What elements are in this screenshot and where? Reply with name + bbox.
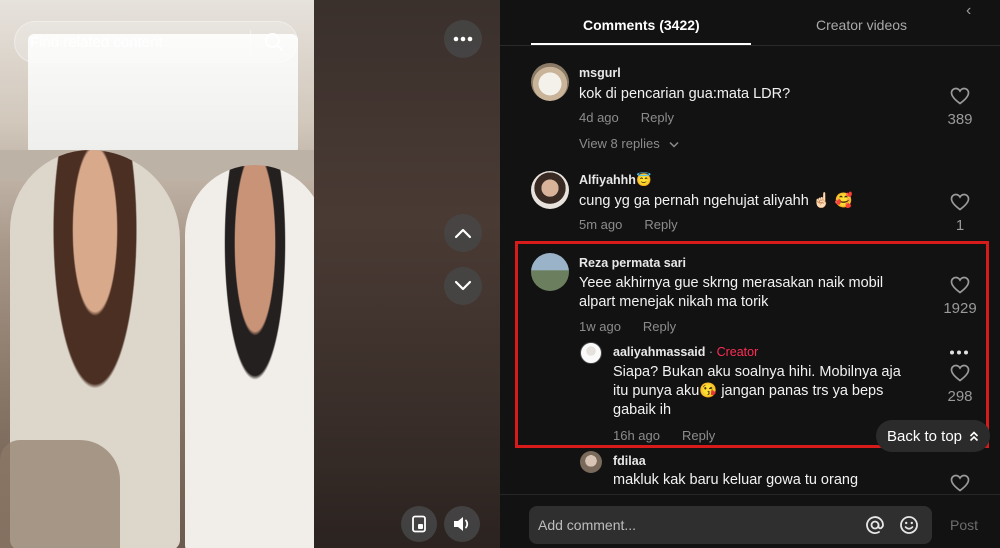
reply-button[interactable]: Reply bbox=[641, 110, 674, 125]
heart-icon bbox=[950, 193, 970, 211]
chevron-up-icon bbox=[454, 228, 472, 239]
avatar[interactable] bbox=[580, 451, 602, 473]
view-replies-button[interactable]: View 8 replies bbox=[579, 136, 679, 151]
comment-time: 5m ago bbox=[579, 217, 623, 232]
video-person-right bbox=[185, 165, 314, 548]
avatar[interactable] bbox=[531, 63, 569, 101]
volume-icon bbox=[454, 517, 469, 531]
collapse-chevron-icon[interactable]: ‹ bbox=[966, 2, 971, 20]
comment-composer: Post bbox=[500, 494, 1000, 548]
chevron-down-icon bbox=[669, 141, 679, 148]
previous-video-button[interactable] bbox=[444, 214, 482, 252]
search-button[interactable] bbox=[251, 22, 297, 62]
more-options-button[interactable] bbox=[444, 20, 482, 58]
tab-creator-videos[interactable]: Creator videos bbox=[816, 17, 907, 33]
post-button[interactable]: Post bbox=[950, 517, 978, 533]
comment-text: kok di pencarian gua:mata LDR? bbox=[579, 86, 791, 102]
like-count: 389 bbox=[947, 111, 973, 128]
comment-text: cung yg ga pernah ngehujat aliyahh ☝🏻 🥰 bbox=[579, 193, 853, 209]
mention-icon bbox=[866, 516, 884, 534]
video-area bbox=[0, 0, 500, 548]
heart-icon bbox=[950, 87, 970, 105]
comment-text: makluk kak baru keluar gowa tu orang bbox=[613, 472, 859, 488]
comment-username[interactable]: fdilaa bbox=[613, 454, 646, 468]
reply-button[interactable]: Reply bbox=[644, 217, 677, 232]
like-count: 1 bbox=[955, 217, 965, 234]
like-button[interactable]: 389 bbox=[940, 87, 980, 128]
comment-time: 4d ago bbox=[579, 110, 619, 125]
double-chevron-up-icon bbox=[969, 430, 979, 441]
video-car-door bbox=[0, 440, 120, 548]
comment-username[interactable]: Alfiyahhh😇 bbox=[579, 173, 652, 188]
more-icon bbox=[453, 36, 473, 42]
comment-username[interactable]: msgurl bbox=[579, 66, 621, 80]
view-replies-label: View 8 replies bbox=[579, 136, 660, 151]
emoji-button[interactable] bbox=[892, 515, 926, 535]
add-comment-input[interactable] bbox=[529, 517, 858, 533]
active-tab-indicator bbox=[531, 43, 751, 45]
picture-in-picture-button[interactable] bbox=[401, 506, 437, 542]
back-to-top-label: Back to top bbox=[886, 427, 963, 445]
emoji-icon bbox=[900, 516, 918, 534]
search-icon bbox=[265, 33, 283, 51]
avatar[interactable] bbox=[531, 171, 569, 209]
highlight-box bbox=[515, 241, 989, 448]
next-video-button[interactable] bbox=[444, 267, 482, 305]
panel-tabs: Comments (3422) Creator videos ‹ bbox=[500, 0, 1000, 46]
mention-button[interactable] bbox=[858, 515, 892, 535]
pip-icon bbox=[412, 515, 426, 533]
heart-icon[interactable] bbox=[950, 474, 970, 492]
chevron-down-icon bbox=[454, 280, 472, 291]
search-box bbox=[14, 21, 298, 63]
app-root: Comments (3422) Creator videos ‹ msgurl … bbox=[0, 0, 1000, 548]
volume-button[interactable] bbox=[444, 506, 480, 542]
back-to-top-button[interactable]: Back to top bbox=[876, 420, 990, 452]
comment-meta: 4d ago Reply bbox=[579, 110, 674, 125]
video-player[interactable] bbox=[0, 0, 314, 548]
like-button[interactable]: 1 bbox=[940, 193, 980, 234]
add-comment-box bbox=[529, 506, 932, 544]
tab-comments[interactable]: Comments (3422) bbox=[583, 17, 700, 33]
search-input[interactable] bbox=[15, 33, 250, 51]
comment-meta: 5m ago Reply bbox=[579, 217, 678, 232]
